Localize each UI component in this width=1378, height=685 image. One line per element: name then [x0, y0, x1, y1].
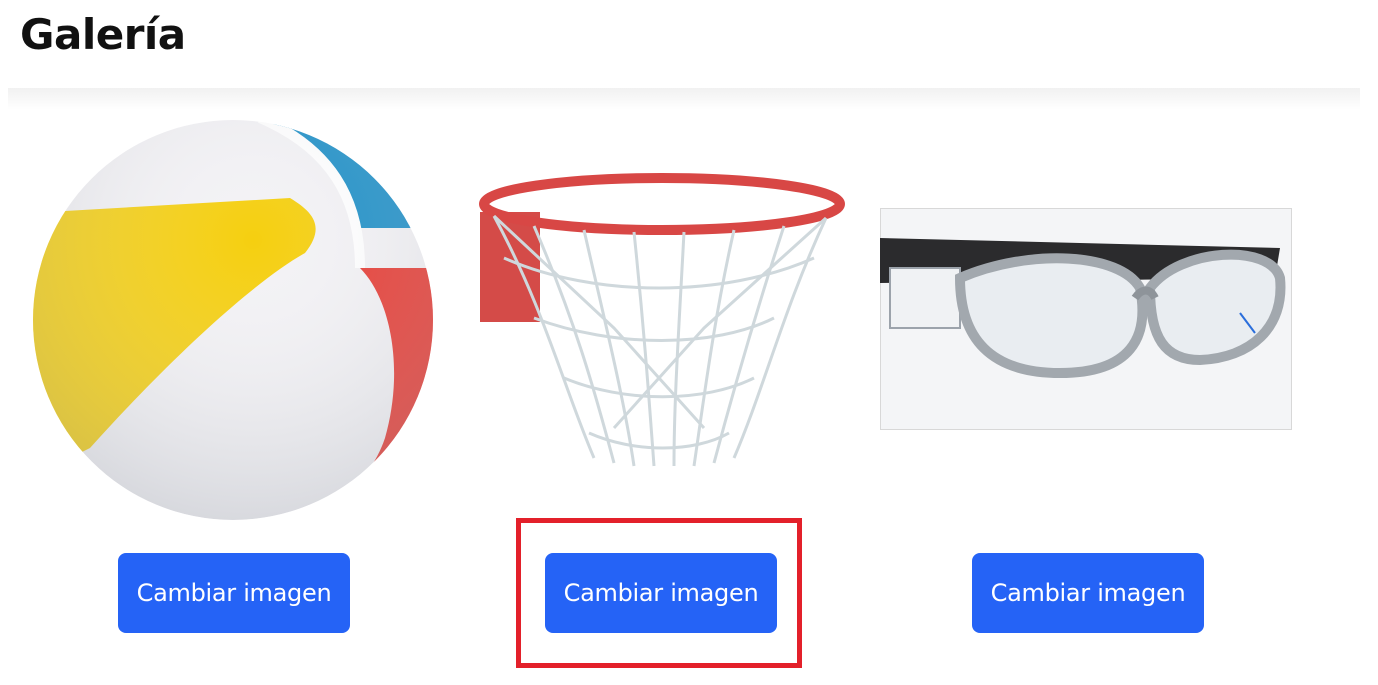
change-image-button-3[interactable]: Cambiar imagen	[972, 553, 1204, 633]
page-title: Galería	[20, 10, 186, 59]
basketball-hoop-image	[474, 168, 846, 468]
highlight-box	[516, 518, 802, 668]
header-divider	[8, 88, 1360, 110]
change-image-button-1[interactable]: Cambiar imagen	[118, 553, 350, 633]
gallery-page: Galería Cambiar imagen Cambiar imagen Ca…	[0, 0, 1378, 685]
sports-goggles-image	[880, 208, 1292, 430]
beach-ball-image	[30, 118, 440, 523]
